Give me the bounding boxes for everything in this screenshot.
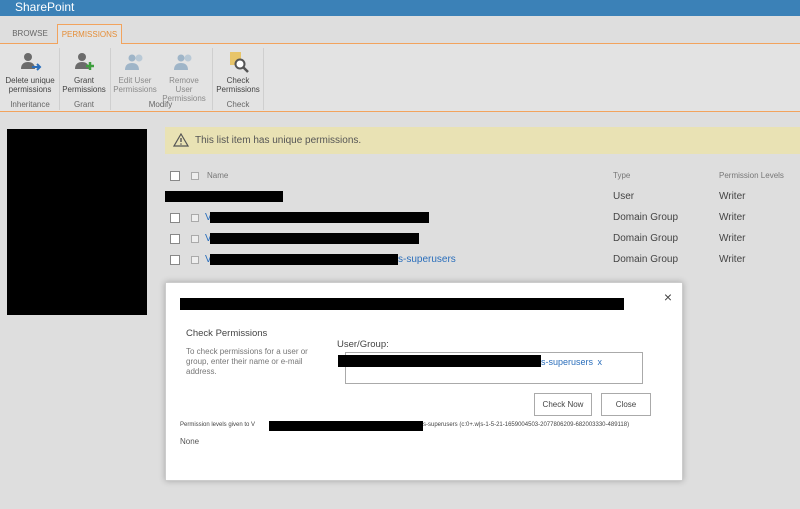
delete-permissions-icon xyxy=(21,53,42,71)
table-row[interactable]: V Domain Group Writer xyxy=(165,208,800,228)
item-type-icon xyxy=(191,235,199,243)
group-separator xyxy=(110,48,111,110)
redacted-name xyxy=(210,212,429,223)
column-header-type[interactable]: Type xyxy=(613,166,630,186)
chip-remove-icon[interactable]: x xyxy=(598,357,603,367)
group-label-modify: Modify xyxy=(148,100,173,109)
row-level: Writer xyxy=(719,254,746,265)
row-level: Writer xyxy=(719,233,746,244)
grant-permissions-button[interactable]: Grant Permissions xyxy=(62,50,106,94)
check-permissions-icon xyxy=(230,52,249,73)
edit-user-permissions-button[interactable]: Edit User Permissions xyxy=(113,50,157,94)
check-now-button[interactable]: Check Now xyxy=(534,393,592,416)
row-type: Domain Group xyxy=(613,233,679,244)
item-type-icon xyxy=(191,214,199,222)
warning-icon xyxy=(173,133,189,147)
edit-user-label: Edit User Permissions xyxy=(113,76,157,94)
column-header-permission-levels[interactable]: Permission Levels xyxy=(719,166,784,186)
unique-permissions-warning: This list item has unique permissions. xyxy=(165,127,800,154)
item-type-icon xyxy=(191,172,199,180)
table-row[interactable]: User Writer xyxy=(165,187,800,207)
chip-label: s-superusers xyxy=(541,357,594,367)
table-row[interactable]: V Domain Group Writer xyxy=(165,229,800,249)
check-label: Check Permissions xyxy=(216,76,260,94)
redacted-dialog-title xyxy=(180,298,624,310)
group-label-check: Check xyxy=(226,100,250,109)
redacted-name xyxy=(210,233,419,244)
redacted-name xyxy=(210,254,398,265)
list-header: Name Type Permission Levels xyxy=(165,166,800,186)
ribbon-body: Delete unique permissions Grant Permissi… xyxy=(0,44,800,112)
close-button[interactable]: Close xyxy=(601,393,651,416)
grant-permissions-icon xyxy=(75,53,94,70)
row-type: Domain Group xyxy=(613,254,679,265)
user-group-input[interactable]: s-superusers x xyxy=(338,352,643,384)
suite-bar: SharePoint xyxy=(0,0,800,16)
app-title[interactable]: SharePoint xyxy=(15,0,74,14)
redacted-result-name xyxy=(269,421,423,431)
redacted-left-nav xyxy=(7,129,147,315)
row-level: Writer xyxy=(719,212,746,223)
item-type-icon xyxy=(191,256,199,264)
group-label-inheritance: Inheritance xyxy=(10,100,50,109)
delete-unique-label: Delete unique permissions xyxy=(5,76,55,94)
result-suffix: s-superusers (c:0+.w|s-1-5-21-1659004503… xyxy=(423,422,630,428)
section-title: Check Permissions xyxy=(186,328,268,339)
warning-text: This list item has unique permissions. xyxy=(195,135,362,146)
remove-user-label: Remove User Permissions xyxy=(162,76,206,103)
select-all-checkbox[interactable] xyxy=(170,171,180,181)
remove-user-permissions-button[interactable]: Remove User Permissions xyxy=(160,50,208,103)
row-type: User xyxy=(613,191,635,202)
result-prefix: Permission levels given to V xyxy=(180,422,256,428)
remove-user-icon xyxy=(174,54,192,70)
close-icon[interactable]: × xyxy=(664,289,672,305)
check-permissions-button[interactable]: Check Permissions xyxy=(215,50,261,94)
grant-label: Grant Permissions xyxy=(62,76,106,94)
group-separator xyxy=(212,48,213,110)
tab-browse[interactable]: BROWSE xyxy=(6,24,54,44)
row-level: Writer xyxy=(719,191,746,202)
resolved-user-chip[interactable]: s-superusers x xyxy=(541,353,602,371)
row-checkbox[interactable] xyxy=(170,213,180,223)
user-group-label: User/Group: xyxy=(337,339,389,350)
column-header-name[interactable]: Name xyxy=(207,166,228,186)
check-permissions-dialog: × Check Permissions To check permissions… xyxy=(165,282,683,481)
row-name-suffix[interactable]: s-superusers xyxy=(398,250,456,270)
table-row[interactable]: V s-superusers Domain Group Writer xyxy=(165,250,800,270)
ribbon-tabs: BROWSE PERMISSIONS xyxy=(0,16,800,45)
row-checkbox[interactable] xyxy=(170,255,180,265)
row-checkbox[interactable] xyxy=(170,234,180,244)
redacted-user xyxy=(338,355,541,367)
tab-permissions[interactable]: PERMISSIONS xyxy=(57,24,122,45)
redacted-name xyxy=(165,191,283,202)
row-type: Domain Group xyxy=(613,212,679,223)
delete-unique-permissions-button[interactable]: Delete unique permissions xyxy=(2,50,58,94)
group-separator xyxy=(59,48,60,110)
group-separator xyxy=(263,48,264,110)
result-value: None xyxy=(180,437,200,446)
section-description: To check permissions for a user or group… xyxy=(186,347,308,376)
group-label-grant: Grant xyxy=(73,100,94,109)
edit-user-icon xyxy=(125,54,143,70)
